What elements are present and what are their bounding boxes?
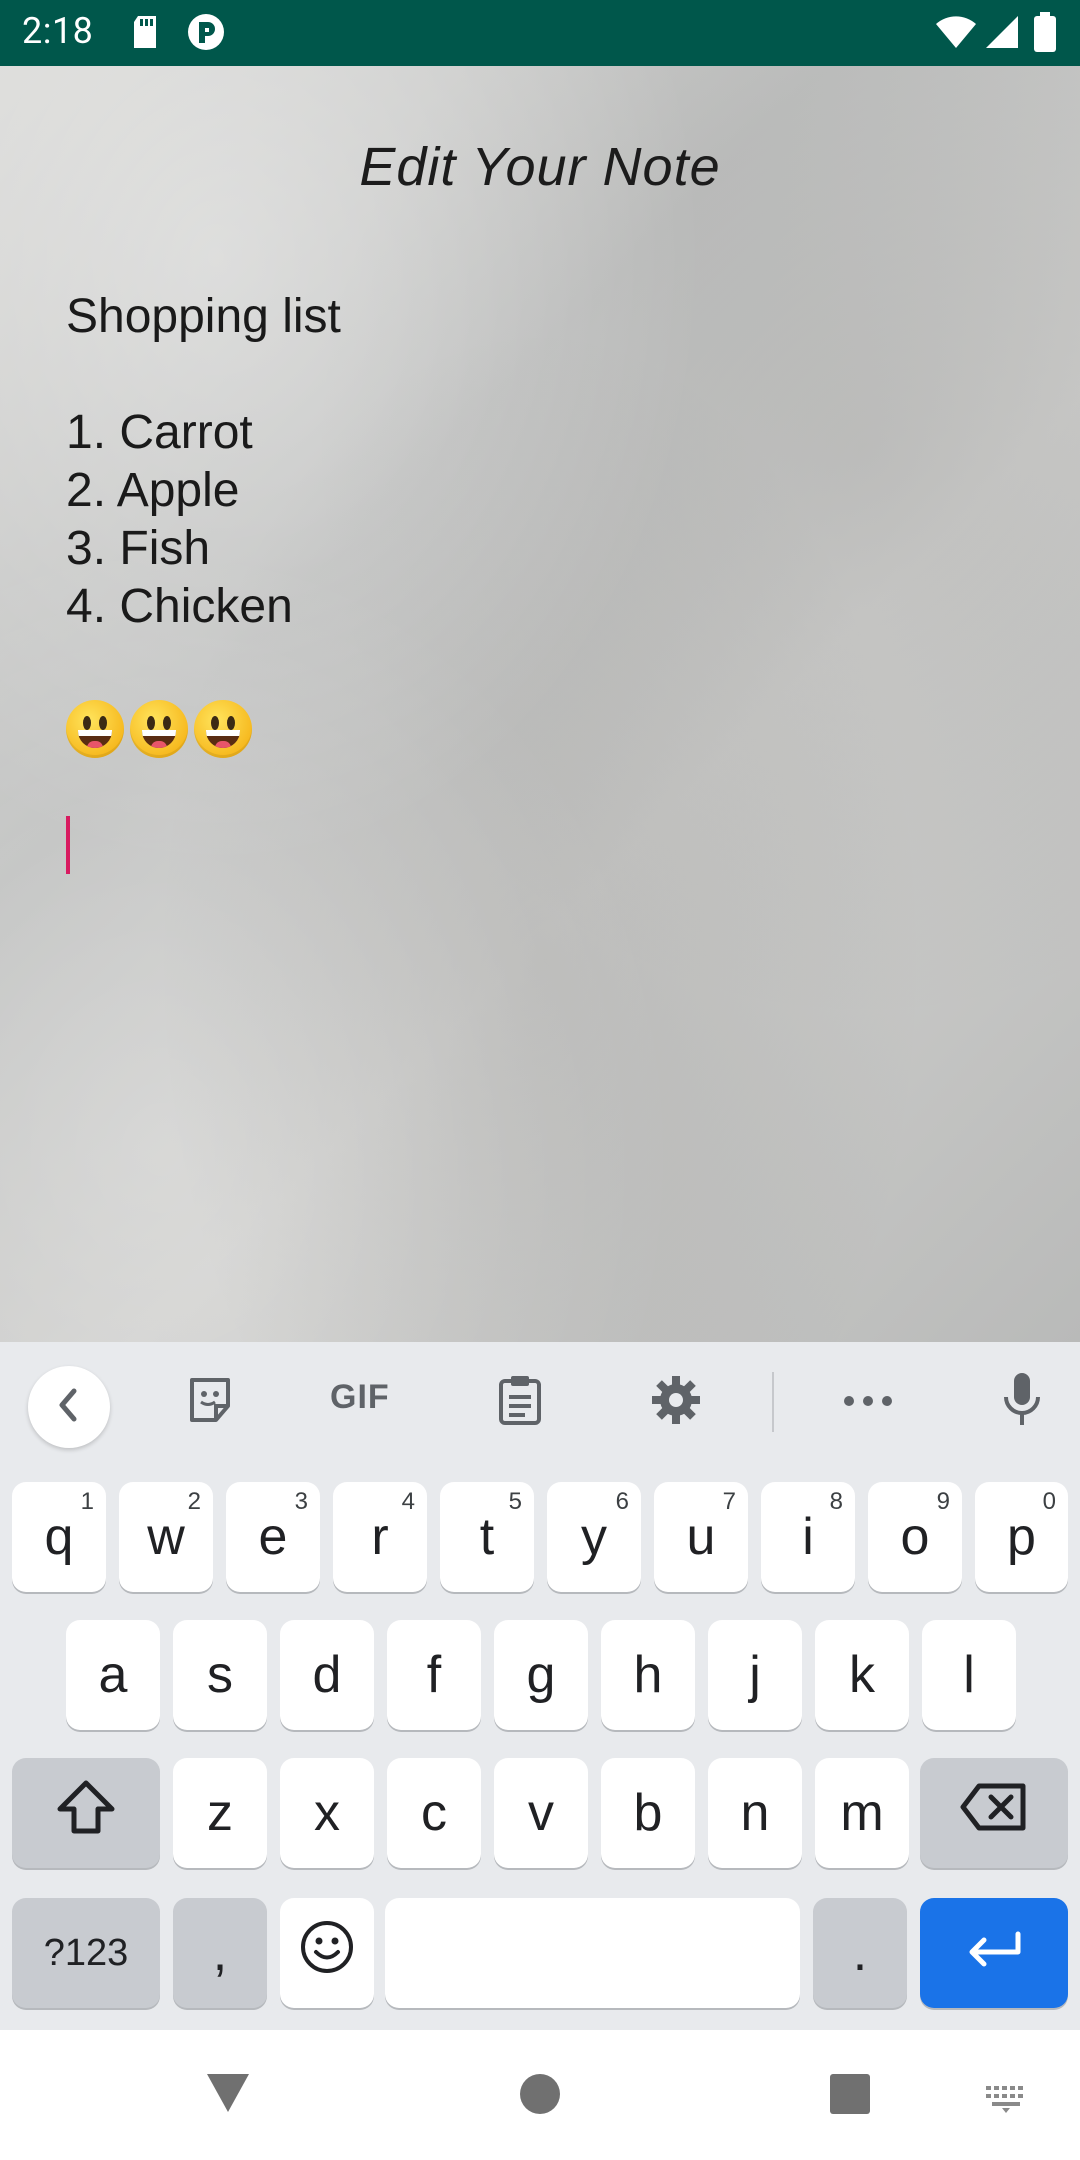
- battery-icon: [1034, 12, 1056, 56]
- key-y[interactable]: y6: [547, 1482, 641, 1592]
- key-u[interactable]: u7: [654, 1482, 748, 1592]
- toolbar-divider: [772, 1372, 774, 1432]
- key-k[interactable]: k: [815, 1620, 909, 1730]
- gear-icon: [650, 1374, 702, 1430]
- key-v[interactable]: v: [494, 1758, 588, 1868]
- enter-key[interactable]: [920, 1898, 1068, 2008]
- sticker-icon: [184, 1374, 236, 1430]
- key-hint: 6: [615, 1488, 629, 1515]
- key-s[interactable]: s: [173, 1620, 267, 1730]
- key-a[interactable]: a: [66, 1620, 160, 1730]
- key-hint: 2: [187, 1488, 201, 1515]
- key-label: r: [371, 1508, 389, 1566]
- period-key[interactable]: .: [813, 1898, 907, 2008]
- symbols-key[interactable]: ?123: [12, 1898, 160, 2008]
- clipboard-icon: [497, 1373, 543, 1431]
- voice-input-button[interactable]: [992, 1372, 1052, 1432]
- key-r[interactable]: r4: [333, 1482, 427, 1592]
- key-m[interactable]: m: [815, 1758, 909, 1868]
- key-n[interactable]: n: [708, 1758, 802, 1868]
- key-z[interactable]: z: [173, 1758, 267, 1868]
- grinning-face-emoji-icon: [66, 700, 124, 758]
- key-c[interactable]: c: [387, 1758, 481, 1868]
- keyboard-switch-icon[interactable]: [984, 2084, 1028, 2118]
- keyboard-toolbar: GIF: [0, 1342, 1080, 1462]
- sticker-button[interactable]: [180, 1372, 240, 1432]
- back-icon[interactable]: [205, 2072, 251, 2118]
- text-cursor: [66, 816, 70, 874]
- key-t[interactable]: t5: [440, 1482, 534, 1592]
- key-label: t: [479, 1508, 495, 1566]
- signal-icon: [984, 14, 1020, 54]
- grinning-face-emoji-icon: [130, 700, 188, 758]
- key-x[interactable]: x: [280, 1758, 374, 1868]
- chevron-left-icon: [54, 1387, 84, 1427]
- space-key[interactable]: [385, 1898, 800, 2008]
- key-label: y: [581, 1508, 607, 1566]
- gif-button[interactable]: GIF: [330, 1378, 390, 1417]
- sd-card-icon: [130, 14, 160, 54]
- key-j[interactable]: j: [708, 1620, 802, 1730]
- clipboard-button[interactable]: [490, 1372, 550, 1432]
- key-hint: 5: [508, 1488, 522, 1515]
- grinning-face-emoji-icon: [194, 700, 252, 758]
- more-button[interactable]: [838, 1372, 898, 1432]
- key-b[interactable]: b: [601, 1758, 695, 1868]
- wifi-icon: [934, 14, 978, 54]
- shift-icon: [56, 1779, 116, 1848]
- more-horizontal-icon: [842, 1393, 894, 1412]
- key-w[interactable]: w2: [119, 1482, 213, 1592]
- comma-key[interactable]: ,: [173, 1898, 267, 2008]
- status-time: 2:18: [22, 10, 94, 52]
- toolbar-back-button[interactable]: [28, 1366, 110, 1448]
- key-d[interactable]: d: [280, 1620, 374, 1730]
- emoji-row: [66, 700, 252, 758]
- key-h[interactable]: h: [601, 1620, 695, 1730]
- key-label: e: [258, 1508, 288, 1566]
- key-i[interactable]: i8: [761, 1482, 855, 1592]
- key-hint: 8: [829, 1488, 843, 1515]
- key-l[interactable]: l: [922, 1620, 1016, 1730]
- vpn-icon: [186, 12, 226, 56]
- emoji-key[interactable]: [280, 1898, 374, 2008]
- key-label: w: [147, 1508, 185, 1566]
- key-hint: 0: [1042, 1488, 1056, 1515]
- home-icon[interactable]: [518, 2072, 562, 2120]
- key-hint: 7: [722, 1488, 736, 1515]
- key-label: i: [802, 1508, 814, 1566]
- status-bar: 2:18: [0, 0, 1080, 66]
- key-label: o: [900, 1508, 930, 1566]
- key-hint: 9: [936, 1488, 950, 1515]
- keyboard: GIF q1 w2 e3 r4 t5 y6 u7 i8 o9 p0 a s d …: [0, 1342, 1080, 2030]
- note-text[interactable]: Shopping list 1. Carrot 2. Apple 3. Fish…: [66, 288, 341, 636]
- key-q[interactable]: q1: [12, 1482, 106, 1592]
- shift-key[interactable]: [12, 1758, 160, 1868]
- key-f[interactable]: f: [387, 1620, 481, 1730]
- enter-icon: [964, 1923, 1024, 1983]
- key-o[interactable]: o9: [868, 1482, 962, 1592]
- key-label: q: [44, 1508, 74, 1566]
- key-e[interactable]: e3: [226, 1482, 320, 1592]
- key-hint: 4: [401, 1488, 415, 1515]
- recents-icon[interactable]: [828, 2072, 872, 2120]
- key-hint: 3: [294, 1488, 308, 1515]
- backspace-key[interactable]: [920, 1758, 1068, 1868]
- note-editor[interactable]: Edit Your Note Shopping list 1. Carrot 2…: [0, 66, 1080, 1342]
- key-label: p: [1007, 1508, 1036, 1566]
- key-label: u: [686, 1508, 716, 1566]
- key-hint: 1: [80, 1488, 94, 1515]
- page-title: Edit Your Note: [359, 137, 721, 197]
- key-g[interactable]: g: [494, 1620, 588, 1730]
- microphone-icon: [1002, 1371, 1042, 1433]
- key-p[interactable]: p0: [975, 1482, 1068, 1592]
- settings-button[interactable]: [646, 1372, 706, 1432]
- backspace-icon: [959, 1782, 1029, 1845]
- smiley-icon: [299, 1919, 355, 1988]
- navigation-bar: [0, 2030, 1080, 2160]
